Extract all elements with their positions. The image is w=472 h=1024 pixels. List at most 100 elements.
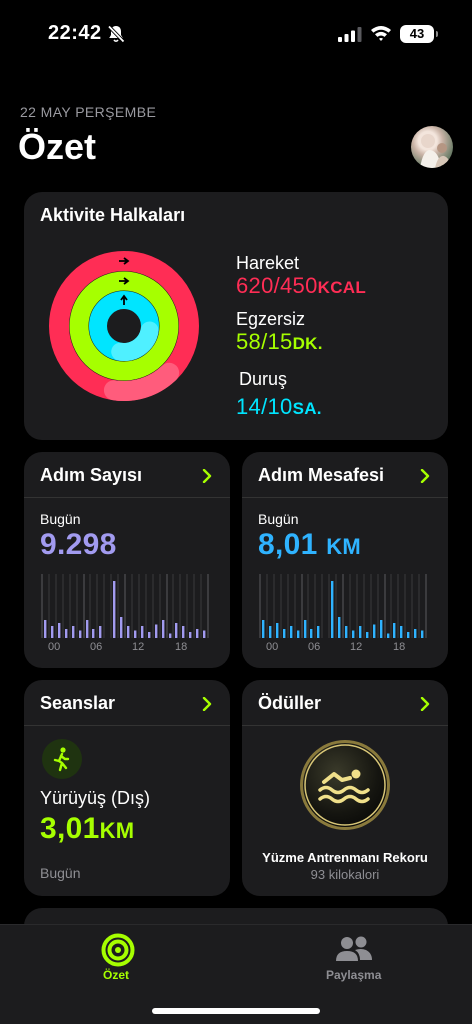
exercise-value-number: 58/15 — [236, 329, 293, 354]
steps-bar — [134, 630, 137, 638]
card-divider — [242, 497, 448, 498]
distance-bar — [297, 630, 300, 638]
workout-distance-number: 3,01 — [40, 812, 100, 845]
stand-label: Duruş — [239, 369, 288, 389]
chevron-right-icon[interactable] — [202, 697, 212, 711]
exercise-value-unit: DK. — [292, 334, 323, 353]
steps-bar — [44, 620, 47, 638]
activity-rings-title: Aktivite Halkaları — [40, 205, 186, 225]
step-count-title: Adım Sayısı — [40, 465, 143, 485]
steps-bar — [175, 623, 178, 638]
stand-value: 14/10SA. — [236, 394, 322, 420]
steps-bar — [162, 620, 165, 638]
distance-tick-1: 06 — [308, 641, 321, 653]
distance-bar — [393, 623, 396, 638]
steps-bar — [148, 632, 151, 638]
tab-summary[interactable]: Özet — [103, 968, 129, 982]
wifi-icon — [371, 26, 391, 41]
move-label: Hareket — [236, 253, 300, 273]
home-indicator[interactable] — [152, 1008, 320, 1014]
distance-bar — [304, 620, 307, 638]
step-distance-card[interactable]: Adım Mesafesi Bugün 8,01 KM 00 06 12 18 — [242, 452, 448, 668]
steps-bar — [127, 626, 130, 638]
steps-bar — [99, 626, 102, 638]
distance-bar — [421, 630, 424, 638]
distance-bar — [310, 629, 313, 638]
stand-value-unit: SA. — [292, 399, 322, 418]
award-detail: 93 kilokalori — [310, 867, 380, 882]
bell-slash-icon — [107, 25, 125, 43]
distance-bar — [359, 626, 362, 638]
distance-bar — [269, 626, 272, 638]
steps-value: 9.298 — [40, 528, 117, 561]
distance-bar — [338, 617, 341, 638]
move-value-number: 620/450 — [236, 273, 318, 298]
distance-bar — [407, 632, 410, 638]
steps-bar — [120, 617, 123, 638]
step-count-card[interactable]: Adım Sayısı Bugün 9.298 00 06 12 18 — [24, 452, 230, 668]
status-bar: 22:42 43 — [0, 0, 472, 70]
steps-bar — [72, 626, 75, 638]
awards-card[interactable]: Ödüller Yüzme Antrenmanı Rekoru 93 kilok… — [242, 680, 448, 896]
steps-bar — [79, 630, 82, 638]
distance-tick-3: 18 — [393, 641, 406, 653]
steps-tick-3: 18 — [175, 641, 188, 653]
steps-bar — [58, 623, 61, 638]
workout-distance-unit: KM — [99, 818, 135, 843]
distance-bar — [345, 626, 348, 638]
card-divider — [242, 725, 448, 726]
awards-title: Ödüller — [258, 693, 322, 713]
chevron-right-icon[interactable] — [420, 469, 430, 483]
workout-date: Bugün — [40, 865, 81, 881]
steps-bar — [51, 626, 54, 638]
date-label: 22 MAY PERŞEMBE — [20, 104, 157, 120]
distance-bar — [290, 626, 293, 638]
people-icon[interactable] — [335, 935, 373, 963]
step-distance-title: Adım Mesafesi — [258, 465, 385, 485]
steps-today-label: Bugün — [40, 511, 81, 527]
steps-bar — [86, 620, 89, 638]
steps-bar — [203, 630, 206, 638]
exercise-label: Egzersiz — [236, 309, 306, 329]
steps-tick-2: 12 — [132, 641, 145, 653]
status-time: 22:42 — [48, 22, 102, 44]
distance-bar — [373, 624, 376, 638]
cellular-signal-icon — [338, 27, 362, 42]
card-divider — [24, 497, 230, 498]
distance-value-number: 8,01 — [258, 528, 318, 561]
distance-value: 8,01 KM — [258, 528, 361, 562]
stand-value-number: 14/10 — [236, 394, 293, 419]
steps-bar — [155, 624, 158, 638]
distance-hourly-chart — [259, 574, 427, 638]
distance-bar — [317, 626, 320, 638]
distance-bar — [262, 620, 265, 638]
sessions-card[interactable]: Seanslar Yürüyüş (Dış) 3,01KM Bugün — [24, 680, 230, 896]
card-divider — [24, 725, 230, 726]
move-value-unit: KCAL — [317, 278, 367, 297]
move-value: 620/450KCAL — [236, 273, 366, 299]
distance-value-unit: KM — [326, 534, 362, 559]
distance-bar — [380, 620, 383, 638]
steps-tick-0: 00 — [48, 641, 61, 653]
activity-rings-tab-icon[interactable] — [101, 933, 135, 967]
profile-avatar[interactable] — [411, 126, 453, 168]
swimming-award-icon — [300, 740, 390, 830]
distance-tick-2: 12 — [350, 641, 363, 653]
sessions-title: Seanslar — [40, 693, 116, 713]
battery-indicator: 43 — [400, 25, 438, 43]
activity-rings-card[interactable]: Aktivite Halkaları Hareket 620/450KCAL E… — [24, 192, 448, 440]
workout-name: Yürüyüş (Dış) — [40, 788, 151, 808]
page-title: Özet — [18, 126, 97, 167]
distance-today-label: Bugün — [258, 511, 299, 527]
distance-bar — [283, 629, 286, 638]
chevron-right-icon[interactable] — [420, 697, 430, 711]
distance-bar — [400, 626, 403, 638]
steps-bar — [182, 626, 185, 638]
steps-bar — [92, 629, 95, 638]
steps-bar — [189, 632, 192, 638]
exercise-value: 58/15DK. — [236, 329, 323, 355]
activity-rings-icon — [49, 251, 199, 401]
chevron-right-icon[interactable] — [202, 469, 212, 483]
tab-sharing[interactable]: Paylaşma — [326, 968, 381, 982]
steps-bar — [169, 633, 172, 638]
